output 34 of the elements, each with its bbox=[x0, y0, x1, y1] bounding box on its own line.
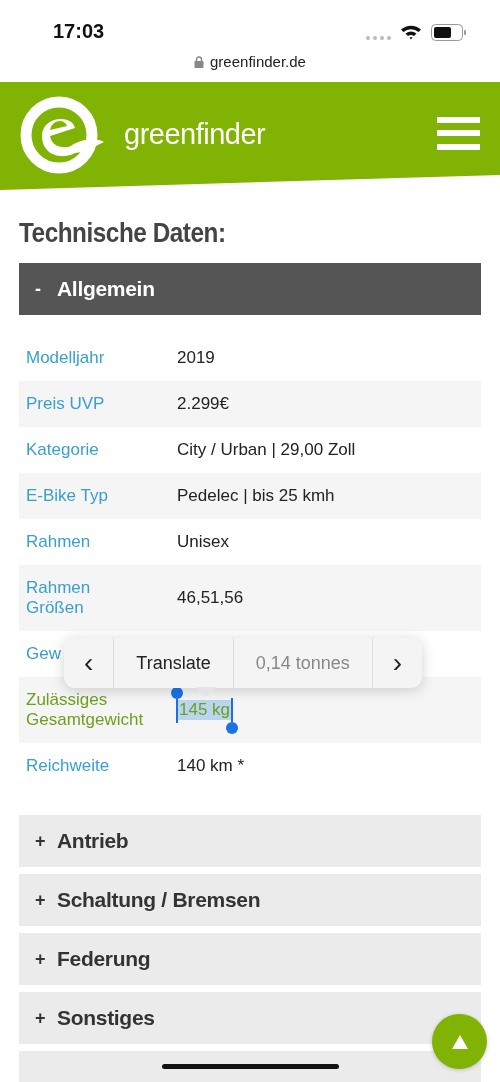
page-title: Technische Daten: bbox=[19, 218, 227, 249]
spec-label: Preis UVP bbox=[26, 394, 105, 413]
spec-label: Kategorie bbox=[26, 440, 99, 459]
spec-value: Unisex bbox=[177, 532, 229, 552]
spec-label: Rahmen Größen bbox=[26, 578, 91, 617]
spec-value: 2.299€ bbox=[177, 394, 229, 414]
lock-icon bbox=[194, 55, 205, 68]
spec-label: Reichweite bbox=[26, 756, 110, 775]
next-button[interactable]: › bbox=[371, 638, 423, 688]
menu-icon bbox=[437, 116, 480, 150]
up-arrow-icon bbox=[451, 1034, 468, 1049]
section-header[interactable]: - Allgemein bbox=[19, 263, 481, 315]
spec-label: Gew bbox=[26, 644, 61, 663]
spec-value: City / Urban | 29,00 Zoll bbox=[177, 440, 356, 460]
signal-icon bbox=[366, 36, 392, 40]
section-header[interactable]: + Federung bbox=[19, 933, 481, 985]
spec-value: 46,51,56 bbox=[177, 588, 244, 608]
address-url[interactable]: greenfinder.de bbox=[210, 53, 306, 70]
popup-pointer bbox=[196, 687, 216, 697]
spec-value: Pedelec | bis 25 kmh bbox=[177, 486, 335, 506]
wifi-icon bbox=[400, 24, 422, 40]
section-header[interactable]: + Schaltung / Bremsen bbox=[19, 874, 481, 926]
spec-label: E-Bike Typ bbox=[26, 486, 108, 505]
previous-button[interactable]: ‹ bbox=[64, 638, 114, 688]
menu-button[interactable] bbox=[437, 116, 480, 153]
spec-label: Zulässiges Gesamtgewicht bbox=[26, 690, 144, 729]
clock: 17:03 bbox=[53, 20, 105, 43]
battery-icon bbox=[431, 24, 467, 41]
spec-label: Rahmen bbox=[26, 532, 91, 551]
spec-value: 140 km * bbox=[177, 756, 245, 776]
section-header[interactable]: + Antrieb bbox=[19, 815, 481, 867]
section-header[interactable]: + Sonstiges bbox=[19, 992, 481, 1044]
spec-label: Modelljahr bbox=[26, 348, 105, 367]
spec-value: 2019 bbox=[177, 348, 215, 368]
